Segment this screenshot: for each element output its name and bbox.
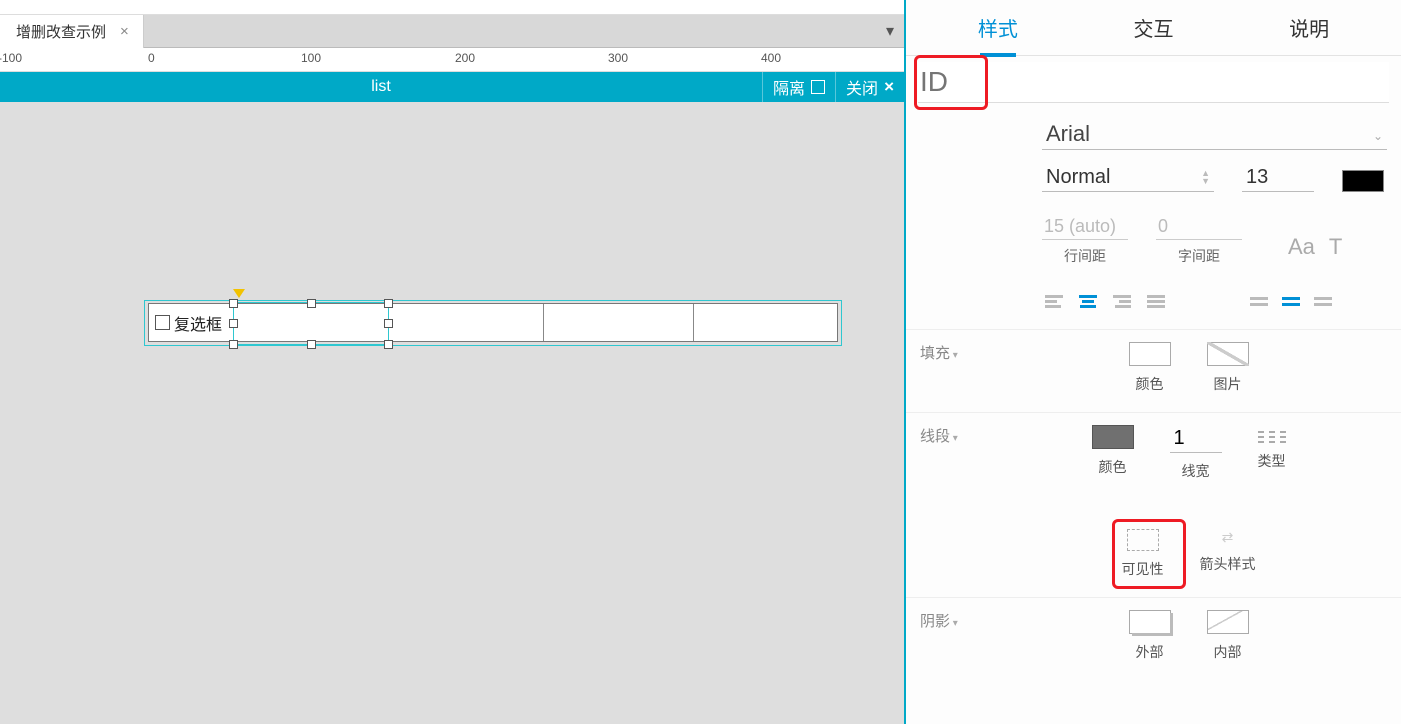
tab-interact[interactable]: 交互 xyxy=(1076,13,1232,42)
stroke-color-swatch[interactable] xyxy=(1092,425,1134,449)
repeater-cell[interactable] xyxy=(234,304,389,341)
shadow-section: 阴影 外部 内部 xyxy=(906,598,1401,680)
valign-top-icon[interactable] xyxy=(1248,295,1270,308)
close-icon: × xyxy=(884,77,894,97)
resize-handle[interactable] xyxy=(229,340,238,349)
stroke-width-input[interactable]: 1 xyxy=(1170,425,1222,453)
design-canvas[interactable]: 复选框 xyxy=(0,102,904,724)
fill-color-swatch[interactable] xyxy=(1129,342,1171,366)
align-right-icon[interactable] xyxy=(1110,292,1134,311)
ruler-tick: 100 xyxy=(301,51,321,65)
close-panel-button[interactable]: 关闭 × xyxy=(835,72,904,102)
ruler-tick: 300 xyxy=(608,51,628,65)
align-center-icon[interactable] xyxy=(1076,292,1100,311)
resize-handle[interactable] xyxy=(384,319,393,328)
font-color-swatch[interactable] xyxy=(1342,170,1384,192)
tab-note[interactable]: 说明 xyxy=(1231,13,1387,42)
typography-section: Arial ⌄ Normal ▲▼ 13 15 (auto) 行间距 xyxy=(906,109,1401,330)
char-spacing-label: 字间距 xyxy=(1178,246,1220,266)
shadow-outer-icon[interactable] xyxy=(1129,610,1171,634)
resize-handle[interactable] xyxy=(384,340,393,349)
typography-icon[interactable]: Aa xyxy=(1288,234,1315,260)
resize-handle[interactable] xyxy=(229,319,238,328)
stroke-label[interactable]: 线段 xyxy=(920,425,990,579)
inspector-panel: 样式 交互 说明 Arial ⌄ Normal ▲▼ 13 xyxy=(906,0,1401,724)
checkbox-label: 复选框 xyxy=(174,311,222,335)
page-tabs: 增删改查示例 × ▾ xyxy=(0,15,904,48)
text-effect-icon[interactable]: T xyxy=(1329,234,1342,260)
resize-handle[interactable] xyxy=(229,299,238,308)
isolate-icon xyxy=(811,80,825,94)
repeater-cell[interactable] xyxy=(389,304,544,341)
checkbox-cell[interactable]: 复选框 xyxy=(149,304,234,341)
canvas-area: 增删改查示例 × ▾ -100 0 100 200 300 400 500 60… xyxy=(0,0,906,724)
font-size-input[interactable]: 13 xyxy=(1242,164,1314,192)
fill-label[interactable]: 填充 xyxy=(920,342,990,394)
toolbar-sliver xyxy=(0,0,904,15)
isolate-button[interactable]: 隔离 xyxy=(762,72,835,102)
stroke-section: 线段 颜色 1 线宽 类型 可见性 xyxy=(906,413,1401,598)
border-visibility-icon[interactable] xyxy=(1127,529,1159,551)
id-input[interactable] xyxy=(918,62,1389,103)
line-spacing-label: 行间距 xyxy=(1064,246,1106,266)
resize-handle[interactable] xyxy=(307,340,316,349)
shadow-inner-icon[interactable] xyxy=(1207,610,1249,634)
repeater-widget[interactable]: 复选框 xyxy=(148,303,838,342)
ruler-tick: 400 xyxy=(761,51,781,65)
ruler-tick: -100 xyxy=(0,51,22,65)
fill-section: 填充 颜色 图片 xyxy=(906,330,1401,413)
column-marker-icon xyxy=(233,289,245,298)
align-justify-icon[interactable] xyxy=(1144,292,1168,311)
close-icon[interactable]: × xyxy=(120,23,129,40)
stepper-icon[interactable]: ▲▼ xyxy=(1201,169,1210,185)
valign-bottom-icon[interactable] xyxy=(1312,295,1334,308)
shadow-label[interactable]: 阴影 xyxy=(920,610,990,662)
ruler-tick: 200 xyxy=(455,51,475,65)
page-tab-label: 增删改查示例 xyxy=(16,21,106,42)
page-tab[interactable]: 增删改查示例 × xyxy=(0,15,144,48)
font-weight-select[interactable]: Normal ▲▼ xyxy=(1042,164,1214,192)
font-family-select[interactable]: Arial ⌄ xyxy=(1042,119,1387,150)
panel-title: list xyxy=(0,78,762,96)
valign-middle-icon[interactable] xyxy=(1280,295,1302,308)
arrow-style-icon[interactable]: ⇄ xyxy=(1222,529,1234,546)
fill-image-swatch[interactable] xyxy=(1207,342,1249,366)
ruler-tick: 0 xyxy=(148,51,155,65)
line-spacing-input[interactable]: 15 (auto) xyxy=(1042,214,1128,240)
tabs-dropdown-icon[interactable]: ▾ xyxy=(876,21,904,41)
dynamic-panel-header: list 隔离 关闭 × xyxy=(0,72,904,102)
repeater-cell[interactable] xyxy=(544,304,694,341)
align-left-icon[interactable] xyxy=(1042,292,1066,311)
resize-handle[interactable] xyxy=(384,299,393,308)
chevron-down-icon: ⌄ xyxy=(1373,129,1383,143)
inspector-tabs: 样式 交互 说明 xyxy=(906,0,1401,56)
resize-handle[interactable] xyxy=(307,299,316,308)
tab-style[interactable]: 样式 xyxy=(920,13,1076,42)
repeater-cell[interactable] xyxy=(694,304,837,341)
char-spacing-input[interactable]: 0 xyxy=(1156,214,1242,240)
checkbox-icon[interactable] xyxy=(155,315,170,330)
stroke-type-icon[interactable] xyxy=(1258,425,1286,443)
ruler: -100 0 100 200 300 400 500 600 xyxy=(0,48,904,72)
